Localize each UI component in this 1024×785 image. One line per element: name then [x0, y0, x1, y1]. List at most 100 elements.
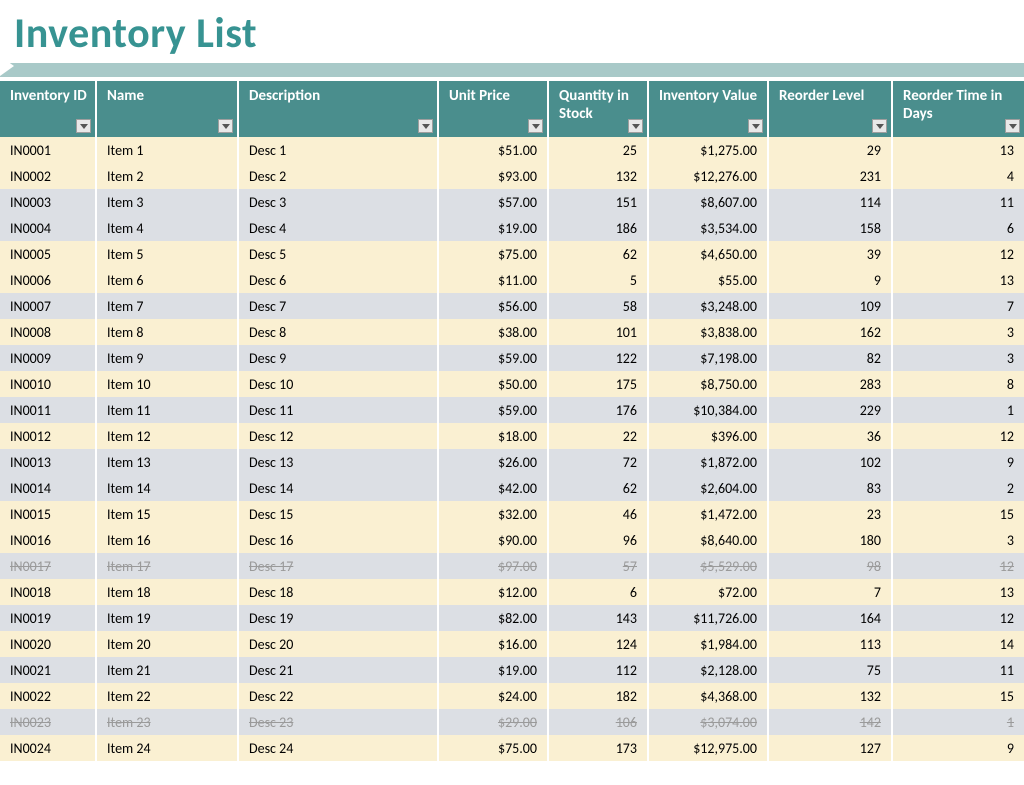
- cell-id[interactable]: IN0023: [0, 709, 96, 735]
- cell-id[interactable]: IN0004: [0, 215, 96, 241]
- cell-price[interactable]: $18.00: [438, 423, 548, 449]
- table-row[interactable]: IN0009Item 9Desc 9$59.00122$7,198.00823: [0, 345, 1024, 371]
- cell-price[interactable]: $32.00: [438, 501, 548, 527]
- cell-qty[interactable]: 106: [548, 709, 648, 735]
- cell-id[interactable]: IN0009: [0, 345, 96, 371]
- cell-name[interactable]: Item 15: [96, 501, 238, 527]
- table-row[interactable]: IN0002Item 2Desc 2$93.00132$12,276.00231…: [0, 163, 1024, 189]
- cell-name[interactable]: Item 17: [96, 553, 238, 579]
- cell-name[interactable]: Item 21: [96, 657, 238, 683]
- cell-days[interactable]: 14: [892, 631, 1024, 657]
- cell-qty[interactable]: 57: [548, 553, 648, 579]
- table-row[interactable]: IN0015Item 15Desc 15$32.0046$1,472.00231…: [0, 501, 1024, 527]
- cell-price[interactable]: $24.00: [438, 683, 548, 709]
- cell-qty[interactable]: 46: [548, 501, 648, 527]
- cell-desc[interactable]: Desc 9: [238, 345, 438, 371]
- cell-id[interactable]: IN0013: [0, 449, 96, 475]
- cell-price[interactable]: $19.00: [438, 215, 548, 241]
- cell-days[interactable]: 3: [892, 527, 1024, 553]
- cell-qty[interactable]: 96: [548, 527, 648, 553]
- table-row[interactable]: IN0006Item 6Desc 6$11.005$55.00913: [0, 267, 1024, 293]
- cell-reord[interactable]: 109: [768, 293, 892, 319]
- cell-reord[interactable]: 29: [768, 137, 892, 163]
- cell-value[interactable]: $2,604.00: [648, 475, 768, 501]
- cell-value[interactable]: $12,975.00: [648, 735, 768, 761]
- cell-id[interactable]: IN0003: [0, 189, 96, 215]
- cell-reord[interactable]: 229: [768, 397, 892, 423]
- filter-dropdown-icon[interactable]: [528, 119, 543, 133]
- cell-qty[interactable]: 151: [548, 189, 648, 215]
- table-row[interactable]: IN0014Item 14Desc 14$42.0062$2,604.00832: [0, 475, 1024, 501]
- cell-price[interactable]: $42.00: [438, 475, 548, 501]
- table-row[interactable]: IN0019Item 19Desc 19$82.00143$11,726.001…: [0, 605, 1024, 631]
- cell-days[interactable]: 15: [892, 683, 1024, 709]
- cell-desc[interactable]: Desc 3: [238, 189, 438, 215]
- cell-reord[interactable]: 162: [768, 319, 892, 345]
- cell-id[interactable]: IN0019: [0, 605, 96, 631]
- cell-id[interactable]: IN0011: [0, 397, 96, 423]
- table-row[interactable]: IN0016Item 16Desc 16$90.0096$8,640.00180…: [0, 527, 1024, 553]
- cell-reord[interactable]: 127: [768, 735, 892, 761]
- table-row[interactable]: IN0021Item 21Desc 21$19.00112$2,128.0075…: [0, 657, 1024, 683]
- cell-desc[interactable]: Desc 10: [238, 371, 438, 397]
- cell-reord[interactable]: 98: [768, 553, 892, 579]
- cell-desc[interactable]: Desc 5: [238, 241, 438, 267]
- cell-qty[interactable]: 58: [548, 293, 648, 319]
- cell-desc[interactable]: Desc 2: [238, 163, 438, 189]
- table-row[interactable]: IN0001Item 1Desc 1$51.0025$1,275.002913: [0, 137, 1024, 163]
- cell-name[interactable]: Item 20: [96, 631, 238, 657]
- cell-price[interactable]: $57.00: [438, 189, 548, 215]
- cell-reord[interactable]: 164: [768, 605, 892, 631]
- cell-value[interactable]: $11,726.00: [648, 605, 768, 631]
- filter-dropdown-icon[interactable]: [218, 119, 233, 133]
- cell-desc[interactable]: Desc 4: [238, 215, 438, 241]
- cell-desc[interactable]: Desc 8: [238, 319, 438, 345]
- cell-value[interactable]: $10,384.00: [648, 397, 768, 423]
- cell-days[interactable]: 11: [892, 189, 1024, 215]
- cell-value[interactable]: $5,529.00: [648, 553, 768, 579]
- column-header-id[interactable]: Inventory ID: [0, 81, 96, 137]
- filter-dropdown-icon[interactable]: [1005, 119, 1020, 133]
- cell-price[interactable]: $97.00: [438, 553, 548, 579]
- cell-price[interactable]: $26.00: [438, 449, 548, 475]
- cell-value[interactable]: $8,750.00: [648, 371, 768, 397]
- cell-reord[interactable]: 7: [768, 579, 892, 605]
- cell-name[interactable]: Item 13: [96, 449, 238, 475]
- cell-qty[interactable]: 124: [548, 631, 648, 657]
- cell-name[interactable]: Item 16: [96, 527, 238, 553]
- table-row[interactable]: IN0024Item 24Desc 24$75.00173$12,975.001…: [0, 735, 1024, 761]
- cell-desc[interactable]: Desc 23: [238, 709, 438, 735]
- cell-qty[interactable]: 22: [548, 423, 648, 449]
- cell-reord[interactable]: 114: [768, 189, 892, 215]
- cell-name[interactable]: Item 19: [96, 605, 238, 631]
- cell-name[interactable]: Item 14: [96, 475, 238, 501]
- cell-desc[interactable]: Desc 14: [238, 475, 438, 501]
- cell-price[interactable]: $11.00: [438, 267, 548, 293]
- cell-price[interactable]: $56.00: [438, 293, 548, 319]
- cell-reord[interactable]: 23: [768, 501, 892, 527]
- table-row[interactable]: IN0010Item 10Desc 10$50.00175$8,750.0028…: [0, 371, 1024, 397]
- column-header-reord[interactable]: Reorder Level: [768, 81, 892, 137]
- cell-days[interactable]: 15: [892, 501, 1024, 527]
- cell-reord[interactable]: 39: [768, 241, 892, 267]
- cell-days[interactable]: 12: [892, 241, 1024, 267]
- cell-days[interactable]: 1: [892, 709, 1024, 735]
- cell-price[interactable]: $50.00: [438, 371, 548, 397]
- cell-desc[interactable]: Desc 20: [238, 631, 438, 657]
- table-row[interactable]: IN0018Item 18Desc 18$12.006$72.00713: [0, 579, 1024, 605]
- cell-name[interactable]: Item 18: [96, 579, 238, 605]
- cell-name[interactable]: Item 1: [96, 137, 238, 163]
- cell-reord[interactable]: 283: [768, 371, 892, 397]
- cell-days[interactable]: 6: [892, 215, 1024, 241]
- cell-desc[interactable]: Desc 11: [238, 397, 438, 423]
- cell-price[interactable]: $75.00: [438, 735, 548, 761]
- table-row[interactable]: IN0012Item 12Desc 12$18.0022$396.003612: [0, 423, 1024, 449]
- cell-name[interactable]: Item 7: [96, 293, 238, 319]
- cell-desc[interactable]: Desc 18: [238, 579, 438, 605]
- cell-name[interactable]: Item 2: [96, 163, 238, 189]
- column-header-qty[interactable]: Quantity in Stock: [548, 81, 648, 137]
- cell-qty[interactable]: 182: [548, 683, 648, 709]
- cell-reord[interactable]: 132: [768, 683, 892, 709]
- cell-desc[interactable]: Desc 22: [238, 683, 438, 709]
- cell-name[interactable]: Item 9: [96, 345, 238, 371]
